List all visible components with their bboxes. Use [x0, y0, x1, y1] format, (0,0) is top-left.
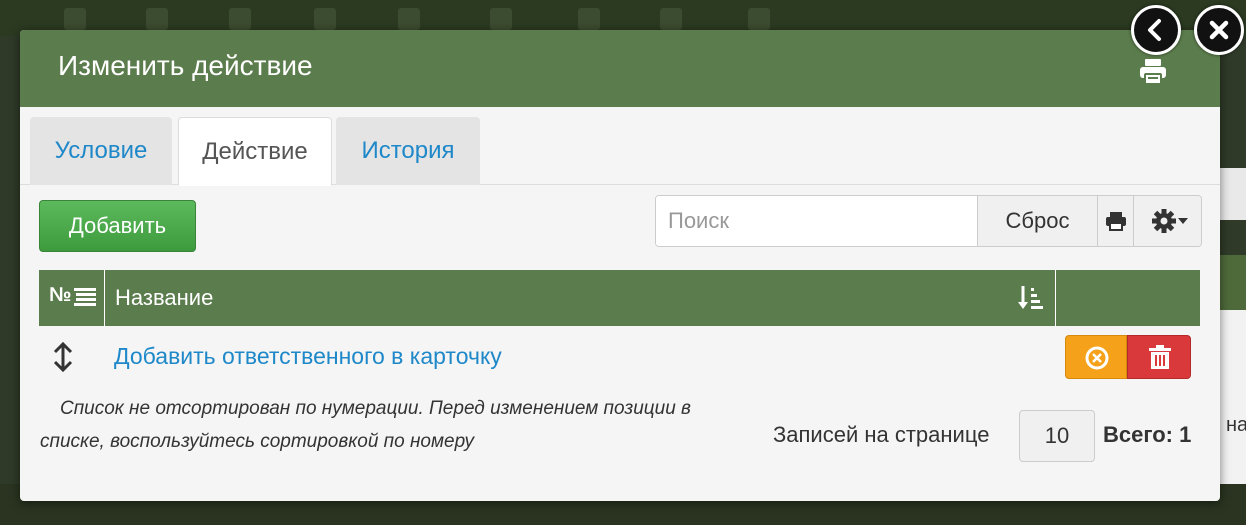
tab-condition[interactable]: Условие [30, 117, 172, 185]
sort-numeric-asc-icon[interactable] [1017, 284, 1045, 317]
delete-button[interactable] [1127, 335, 1191, 379]
add-button[interactable]: Добавить [39, 200, 196, 252]
table-header: № Название [39, 270, 1200, 326]
printer-icon [1106, 212, 1126, 231]
background-icon [398, 8, 420, 30]
background-text: на [1226, 414, 1246, 436]
edit-action-modal: Изменить действие Условие Действие Истор… [20, 30, 1220, 501]
background-icon [578, 8, 600, 30]
tab-bar: Условие Действие История [20, 117, 1220, 186]
background-icon [660, 8, 682, 30]
row-name-link[interactable]: Добавить ответственного в карточку [114, 343, 502, 370]
chevron-left-icon [1148, 19, 1161, 41]
sort-notice: Список не отсортирован по нумерации. Пер… [40, 398, 691, 452]
cancel-circle-icon [1085, 346, 1109, 370]
close-icon [1209, 20, 1229, 40]
settings-dropdown-button[interactable] [1133, 196, 1201, 246]
column-number-header[interactable]: № [39, 270, 105, 326]
close-button[interactable] [1194, 5, 1244, 55]
column-actions-header [1055, 270, 1200, 326]
background-icon [229, 8, 251, 30]
tab-action[interactable]: Действие [178, 117, 332, 186]
background-icon [64, 8, 86, 30]
search-input[interactable] [656, 196, 977, 246]
list-icon [74, 288, 96, 306]
background-icon [146, 8, 168, 30]
search-group: Сброс [655, 195, 1202, 247]
modal-header: Изменить действие [20, 30, 1220, 107]
up-down-arrow-icon[interactable] [52, 341, 74, 378]
background-table-header [1219, 255, 1246, 310]
background-icon [490, 8, 512, 30]
table-row: Добавить ответственного в карточку [39, 328, 1200, 386]
back-button[interactable] [1131, 5, 1181, 55]
page-size-label: Записей на странице [773, 422, 990, 447]
background-icon [748, 8, 770, 30]
tab-history[interactable]: История [336, 117, 480, 185]
total-count: Всего: 1 [1103, 422, 1192, 447]
background-panel [1219, 310, 1246, 484]
modal-title: Изменить действие [58, 50, 313, 81]
reset-button[interactable]: Сброс [977, 196, 1097, 246]
column-number-label: № [49, 284, 72, 306]
print-button[interactable] [1097, 196, 1133, 246]
background-panel [1219, 168, 1246, 220]
printer-icon[interactable] [1138, 58, 1168, 86]
column-name-label[interactable]: Название [115, 285, 213, 311]
page-size-select[interactable]: 10 [1019, 410, 1095, 462]
background-icon [314, 8, 336, 30]
cancel-button[interactable] [1065, 335, 1127, 379]
gear-icon [1152, 209, 1188, 233]
trash-icon [1149, 345, 1171, 369]
